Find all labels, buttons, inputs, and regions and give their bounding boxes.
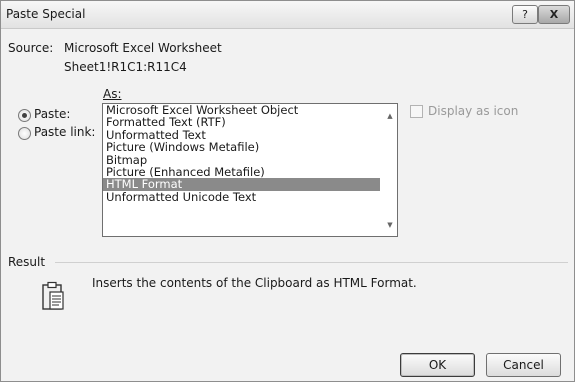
clipboard-icon	[42, 281, 64, 310]
paste-link-radio[interactable]	[18, 127, 31, 140]
paste-radio[interactable]	[18, 109, 31, 122]
scroll-down-arrow-icon[interactable]: ▼	[385, 221, 395, 229]
result-label: Result	[8, 255, 46, 269]
format-list: Microsoft Excel Worksheet Object Formatt…	[103, 104, 397, 203]
close-button[interactable]: X	[538, 5, 570, 24]
format-item[interactable]: HTML Format	[103, 178, 380, 191]
result-divider	[55, 262, 568, 263]
paste-link-label[interactable]: Paste link:	[34, 125, 95, 139]
source-range: Sheet1!R1C1:R11C4	[64, 60, 187, 74]
format-item[interactable]: Picture (Windows Metafile)	[103, 141, 397, 154]
source-value: Microsoft Excel Worksheet	[64, 41, 222, 55]
source-label: Source:	[8, 41, 54, 55]
paste-special-dialog: Paste Special ? X Source: Microsoft Exce…	[0, 0, 575, 382]
format-item[interactable]: Unformatted Unicode Text	[103, 190, 397, 203]
format-listbox[interactable]: Microsoft Excel Worksheet Object Formatt…	[102, 103, 398, 237]
help-button[interactable]: ?	[512, 5, 538, 24]
format-item[interactable]: Formatted Text (RTF)	[103, 116, 397, 129]
ok-button[interactable]: OK	[400, 353, 475, 377]
cancel-button[interactable]: Cancel	[486, 353, 561, 377]
scroll-up-arrow-icon[interactable]: ▲	[385, 112, 395, 120]
paste-label[interactable]: Paste:	[34, 107, 70, 121]
dialog-title: Paste Special	[6, 7, 86, 21]
as-label: As:	[103, 87, 122, 101]
display-as-icon-checkbox	[410, 105, 423, 118]
display-as-icon-label: Display as icon	[428, 104, 519, 118]
title-bar: Paste Special ? X	[1, 1, 574, 29]
result-description: Inserts the contents of the Clipboard as…	[92, 276, 417, 290]
